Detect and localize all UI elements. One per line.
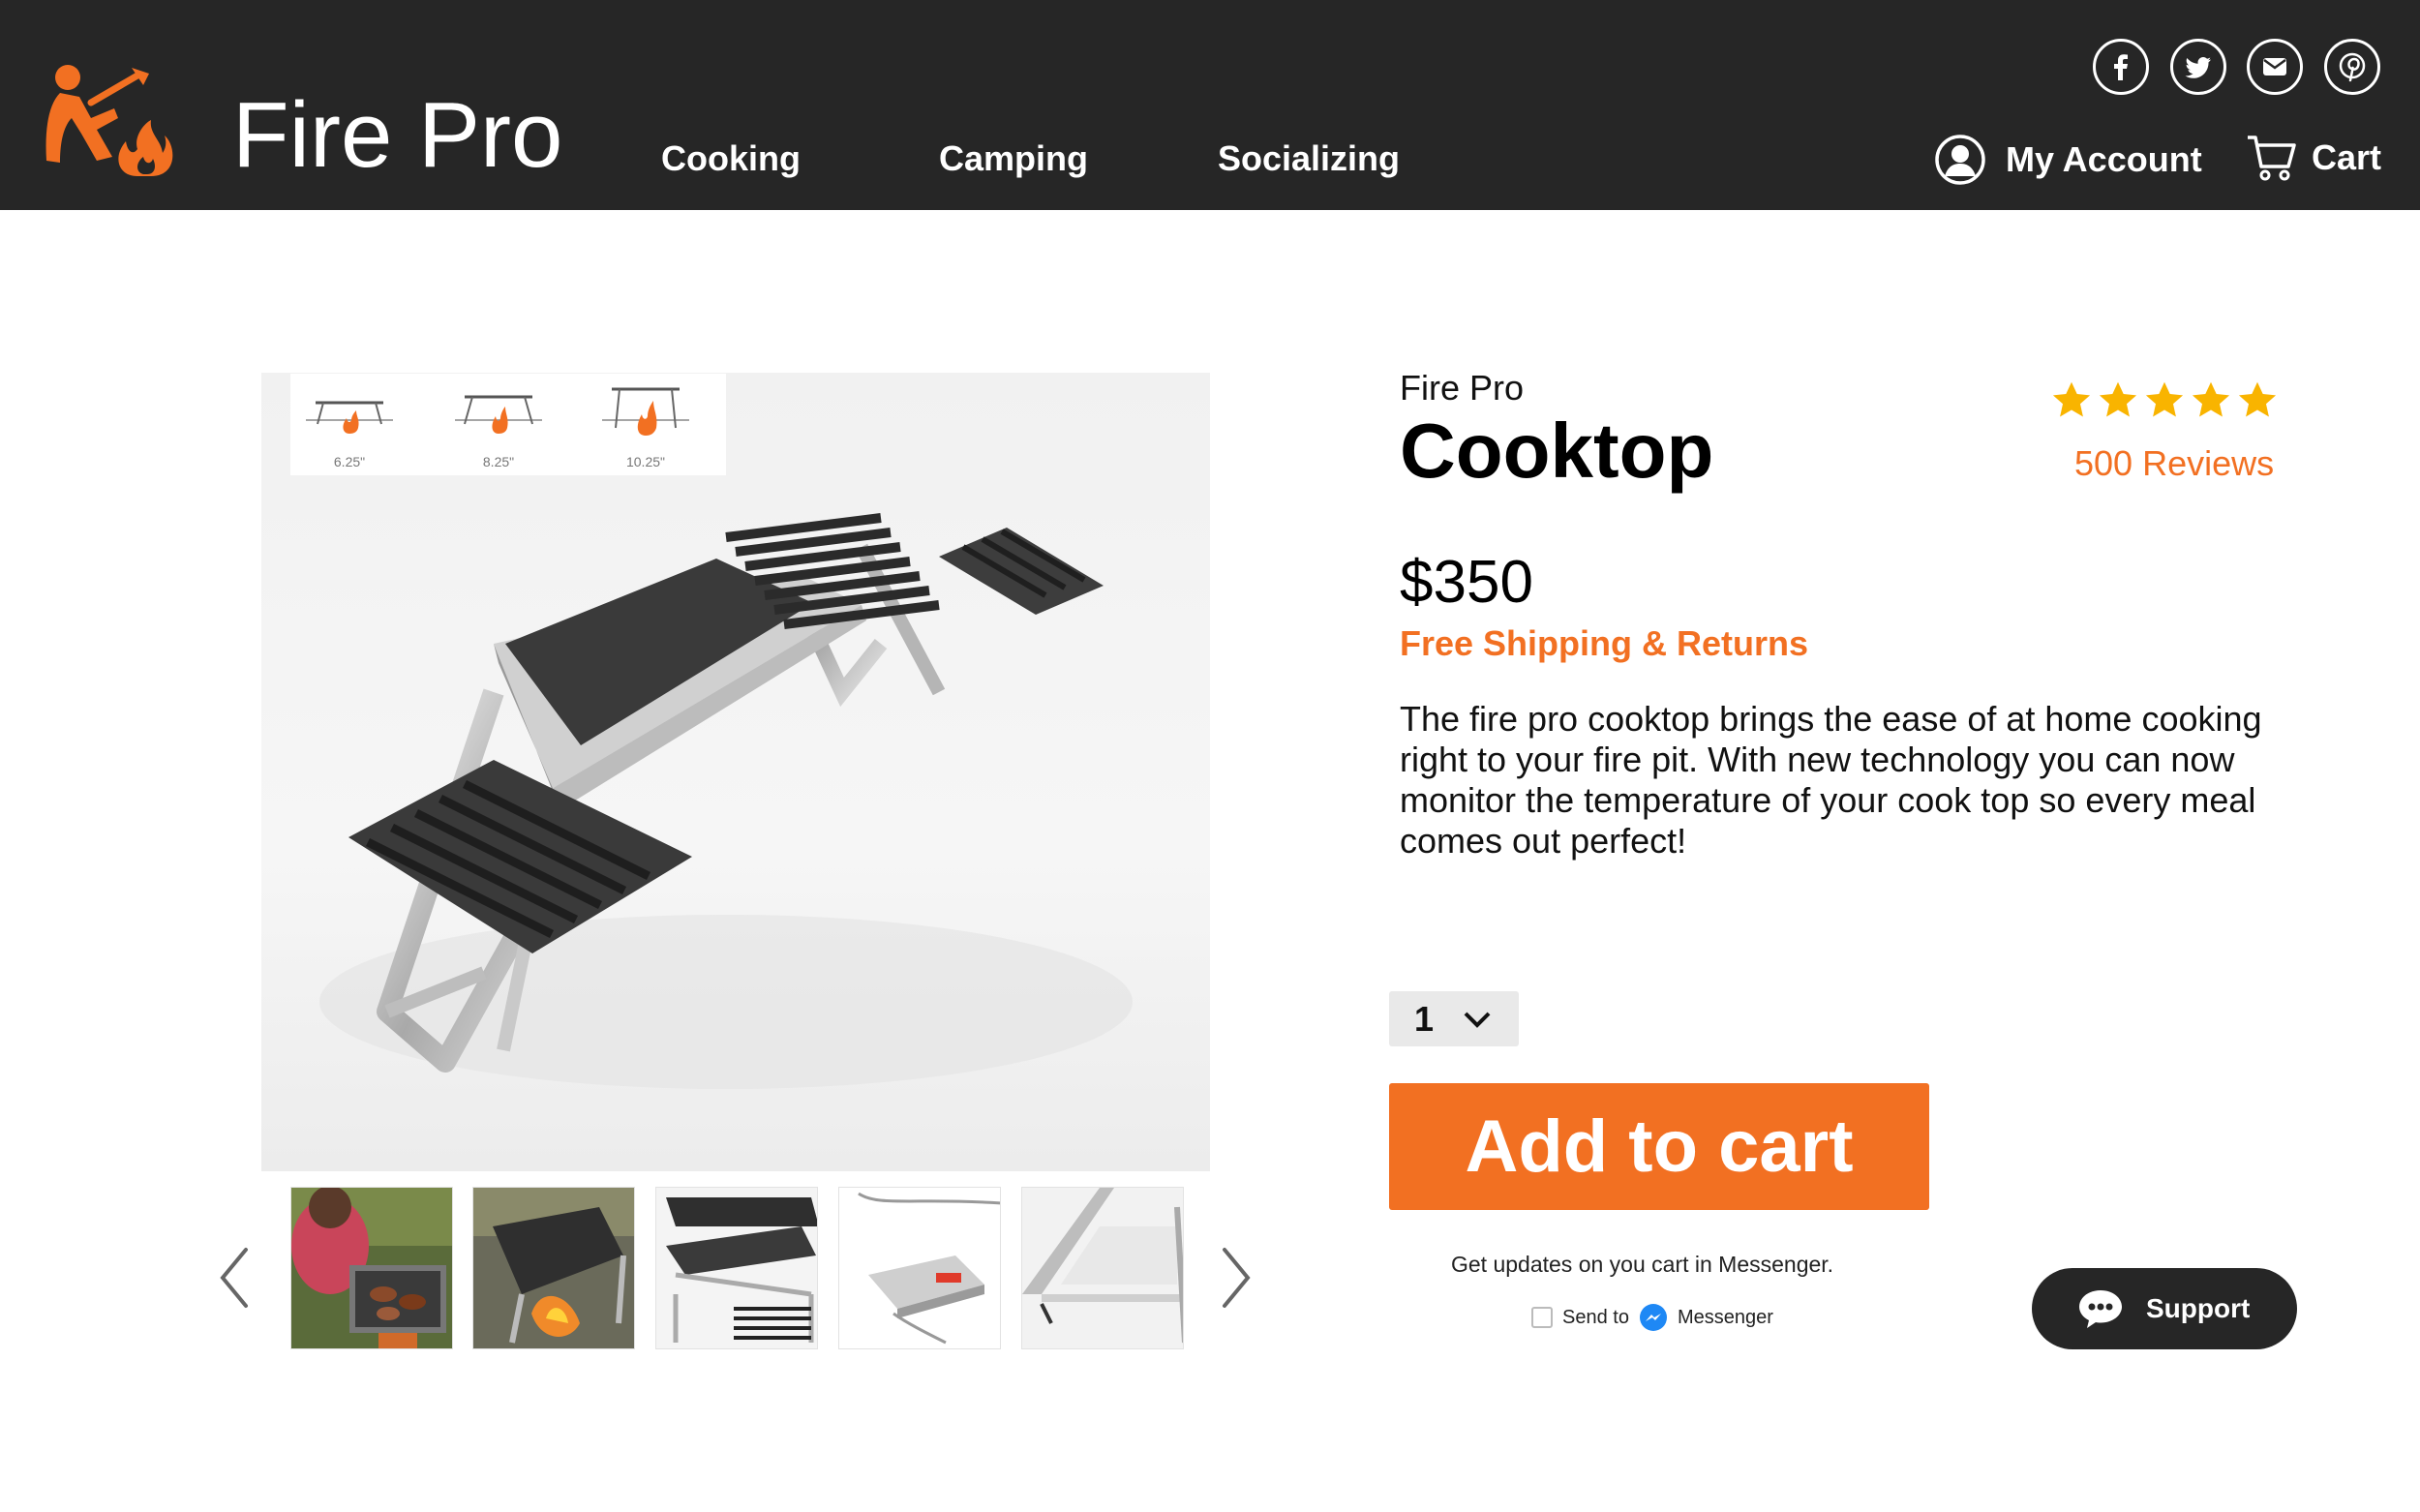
email-icon[interactable] (2247, 39, 2303, 95)
nav-cooking[interactable]: Cooking (661, 141, 801, 176)
chevron-left-icon[interactable] (215, 1244, 254, 1312)
thumbnail-4[interactable] (838, 1187, 1001, 1349)
thumbnail-image (839, 1188, 1000, 1348)
height-option[interactable]: 6.25" (296, 374, 403, 475)
height-label: 8.25" (482, 454, 515, 469)
send-to-messenger: Send to Messenger (1531, 1303, 1773, 1332)
thumbnail-5[interactable] (1021, 1187, 1184, 1349)
thumbnail-image (1022, 1188, 1183, 1348)
star-icon (2238, 381, 2277, 417)
nav-camping[interactable]: Camping (939, 141, 1088, 176)
twitter-icon[interactable] (2170, 39, 2226, 95)
my-account-link[interactable]: My Account (1934, 134, 2202, 186)
site-header: Fire Pro Cooking Camping Socializing My … (0, 0, 2420, 210)
height-option[interactable]: 8.25" (445, 374, 552, 475)
height-label: 6.25" (333, 454, 366, 469)
thumbnail-2[interactable] (472, 1187, 635, 1349)
height-label: 10.25" (625, 454, 665, 469)
star-icon (2192, 381, 2230, 417)
height-diagram-icon (602, 387, 689, 436)
star-icon (2099, 381, 2137, 417)
chevron-down-icon (1464, 1012, 1491, 1028)
messenger-icon (1639, 1304, 1667, 1331)
cart-icon (2248, 136, 2296, 181)
send-to-messenger-checkbox[interactable] (1531, 1307, 1553, 1328)
send-to-label: Send to (1562, 1306, 1629, 1328)
cart-label: Cart (2312, 137, 2382, 177)
my-account-label: My Account (2006, 139, 2202, 179)
messenger-label: Messenger (1677, 1306, 1773, 1328)
thumbnail-image (656, 1188, 817, 1348)
height-diagram-icon (455, 395, 542, 434)
pinterest-icon[interactable] (2324, 39, 2380, 95)
cart-link[interactable]: Cart (2246, 134, 2381, 182)
thumbnail-3[interactable] (655, 1187, 818, 1349)
shipping-info: Free Shipping & Returns (1400, 623, 1809, 663)
height-option[interactable]: 10.25" (592, 374, 699, 475)
height-options: 6.25" 8.25" 10.25" (290, 374, 726, 475)
support-button[interactable]: Support (2032, 1268, 2297, 1349)
support-label: Support (2146, 1293, 2251, 1323)
product-price: $350 (1400, 549, 1533, 616)
product-brand: Fire Pro (1400, 368, 1525, 408)
cooktop-illustration (319, 513, 1133, 1089)
star-icon (2145, 381, 2184, 417)
rating-stars (2050, 379, 2279, 422)
nav-socializing[interactable]: Socializing (1218, 141, 1400, 176)
fire-pro-logo[interactable] (43, 64, 201, 178)
thumbnail-1[interactable] (290, 1187, 453, 1349)
chevron-right-icon[interactable] (1217, 1244, 1255, 1312)
height-diagram-icon (306, 401, 393, 434)
quantity-select[interactable]: 1 (1389, 991, 1519, 1046)
reviews-link[interactable]: 500 Reviews (2074, 443, 2274, 484)
product-title: Cooktop (1400, 408, 1714, 494)
product-main-image[interactable] (261, 373, 1210, 1171)
quantity-value: 1 (1414, 998, 1435, 1039)
thumbnail-image (473, 1188, 634, 1348)
account-icon (1935, 135, 1985, 185)
star-icon (2052, 381, 2091, 417)
thumbnail-image (291, 1188, 452, 1348)
product-description: The fire pro cooktop brings the ease of … (1400, 699, 2262, 861)
chat-icon (2079, 1290, 2122, 1328)
brand-name[interactable]: Fire Pro (232, 89, 562, 182)
add-to-cart-button[interactable]: Add to cart (1389, 1083, 1929, 1210)
facebook-icon[interactable] (2093, 39, 2149, 95)
messenger-prompt: Get updates on you cart in Messenger. (1451, 1252, 1834, 1277)
